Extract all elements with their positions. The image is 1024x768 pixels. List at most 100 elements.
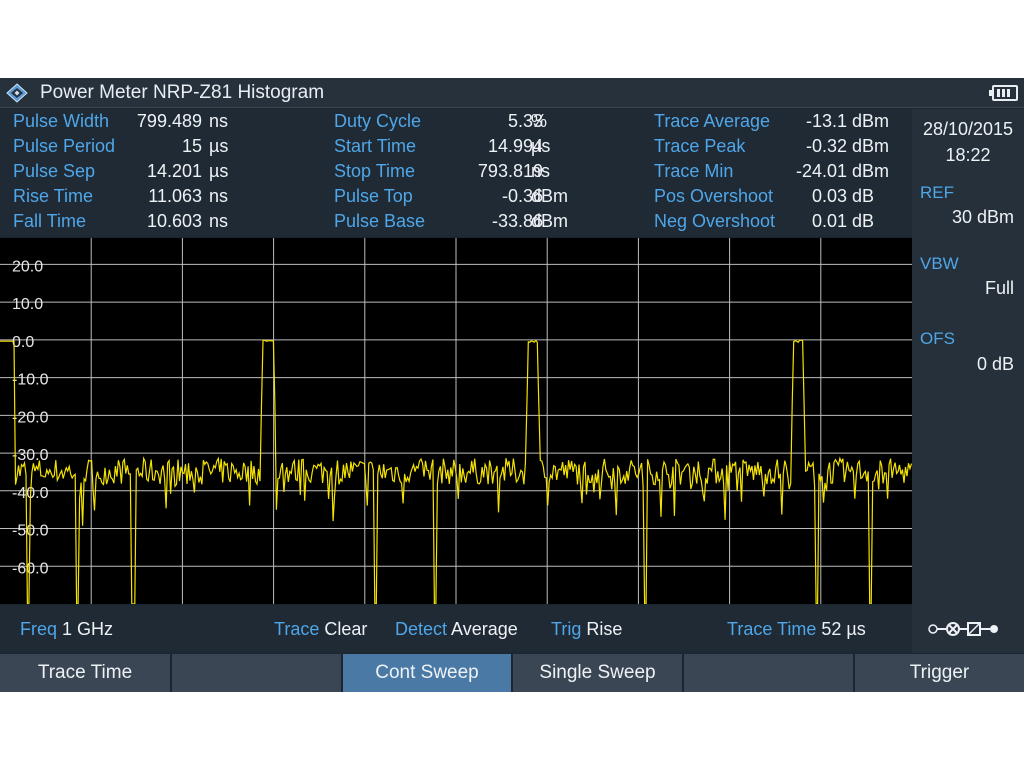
status-detect[interactable]: Detect Average <box>395 619 518 640</box>
status-trig-value: Rise <box>586 619 623 639</box>
status-trace-time[interactable]: Trace Time 52 µs <box>727 619 866 640</box>
ref-value[interactable]: 30 dBm <box>952 207 1014 228</box>
title-bar: Power Meter NRP-Z81 Histogram <box>0 78 1024 108</box>
y-tick-label: 10.0 <box>12 296 43 313</box>
trace-plot-svg: 20.010.00.0-10.0-20.0-30.0-40.0-50.0-60.… <box>0 238 912 604</box>
meas-label: Neg Overshoot <box>654 211 776 231</box>
grid <box>0 238 912 604</box>
meas-unit: ns <box>531 161 551 181</box>
softkey-single-sweep[interactable]: Single Sweep <box>513 654 684 692</box>
meas-label: Pulse Sep <box>13 161 96 181</box>
meas-unit: dBm <box>531 186 569 206</box>
meas-label: Pulse Width <box>13 111 110 131</box>
instrument-screen: Power Meter NRP-Z81 Histogram Pulse Widt… <box>0 78 1024 692</box>
meas-value: 11.063 <box>148 186 202 206</box>
meas-neg-overshoot: Neg Overshoot 0.01 dB <box>640 211 912 236</box>
meas-label: Trace Average <box>654 111 771 131</box>
meas-unit: dBm <box>852 161 890 181</box>
meas-stop-time: Stop Time 793.819 ns <box>320 161 640 186</box>
status-trace[interactable]: Trace Clear <box>274 619 367 640</box>
meas-trace-peak: Trace Peak -0.32 dBm <box>640 136 912 161</box>
status-freq-label: Freq <box>20 619 58 639</box>
meas-pos-overshoot: Pos Overshoot 0.03 dB <box>640 186 912 211</box>
y-tick-label: -30.0 <box>12 447 49 464</box>
meas-unit: dBm <box>531 211 569 231</box>
meas-label: Pos Overshoot <box>654 186 774 206</box>
softkey-trigger[interactable]: Trigger <box>855 654 1024 692</box>
meas-pulse-top: Pulse Top -0.36 dBm <box>320 186 640 211</box>
app-title: Power Meter NRP-Z81 Histogram <box>40 82 325 103</box>
softkey-empty-2[interactable] <box>684 654 855 692</box>
meas-pulse-period: Pulse Period 15 µs <box>0 136 300 161</box>
meas-unit: ns <box>209 211 229 231</box>
meas-duty-cycle: Duty Cycle 5.33 % <box>320 111 640 136</box>
meas-label: Fall Time <box>13 211 87 231</box>
meas-label: Stop Time <box>334 161 416 181</box>
meas-value: -0.32 <box>805 136 847 156</box>
status-detect-value: Average <box>451 619 518 639</box>
meas-label: Pulse Top <box>334 186 413 206</box>
trace-plot[interactable]: 20.0 10.0 0.0 -10.0 -20.0 -30.0 -40.0 -50.0 -60.… <box>0 238 912 604</box>
sensor-connector-icon <box>928 622 998 636</box>
meas-unit: dB <box>852 211 875 231</box>
meas-rise-time: Rise Time 11.063 ns <box>0 186 300 211</box>
meas-unit: % <box>531 111 548 131</box>
y-tick-label: -10.0 <box>12 372 49 389</box>
side-info-panel: 28/10/2015 18:22 REF 30 dBm VBW Full OFS… <box>912 109 1024 652</box>
meas-unit: dB <box>852 186 875 206</box>
time-display: 18:22 <box>945 145 991 165</box>
ofs-value[interactable]: 0 dB <box>977 354 1014 375</box>
status-trace-label: Trace <box>274 619 320 639</box>
meas-label: Pulse Period <box>13 136 116 156</box>
status-trig-label: Trig <box>551 619 582 639</box>
meas-unit: dBm <box>852 111 890 131</box>
meas-value: -13.1 <box>805 111 847 131</box>
meas-value: 14.201 <box>146 161 202 181</box>
date-display: 28/10/2015 <box>922 119 1014 139</box>
meas-value: 0.03 <box>811 186 847 206</box>
softkey-trace-time[interactable]: Trace Time <box>0 654 172 692</box>
meas-unit: µs <box>209 161 229 181</box>
meas-trace-average: Trace Average -13.1 dBm <box>640 111 912 136</box>
meas-unit: dBm <box>852 136 890 156</box>
status-freq[interactable]: Freq 1 GHz <box>20 619 113 640</box>
meas-value: 799.489 <box>136 111 202 131</box>
y-tick-label: -20.0 <box>12 409 49 426</box>
meas-pulse-base: Pulse Base -33.86 dBm <box>320 211 640 236</box>
y-tick-label: -60.0 <box>12 560 49 577</box>
status-trace-time-label: Trace Time <box>727 619 817 639</box>
meas-label: Trace Peak <box>654 136 746 156</box>
softkey-cont-sweep[interactable]: Cont Sweep <box>343 654 513 692</box>
meas-label: Start Time <box>334 136 417 156</box>
meas-label: Rise Time <box>13 186 94 206</box>
status-trace-value: Clear <box>324 619 368 639</box>
vbw-value[interactable]: Full <box>985 278 1014 299</box>
rohde-schwarz-logo-icon <box>6 83 28 103</box>
ref-label: REF <box>920 183 954 202</box>
sensor-connector-area <box>912 605 1024 653</box>
softkey-empty-1[interactable] <box>172 654 343 692</box>
meas-value: -24.01 <box>795 161 847 181</box>
meas-pulse-sep: Pulse Sep 14.201 µs <box>0 161 300 186</box>
status-trace-time-value: 52 µs <box>821 619 866 639</box>
meas-trace-min: Trace Min -24.01 dBm <box>640 161 912 186</box>
meas-label: Pulse Base <box>334 211 426 231</box>
meas-unit: µs <box>209 136 229 156</box>
softkey-bar: Trace Time Cont Sweep Single Sweep Trigg… <box>0 654 1024 692</box>
status-trig[interactable]: Trig Rise <box>551 619 622 640</box>
meas-pulse-width: Pulse Width 799.489 ns <box>0 111 300 136</box>
ofs-label: OFS <box>920 329 955 348</box>
measurement-panel: Pulse Width 799.489 ns Pulse Period 15 µ… <box>0 109 912 237</box>
meas-label: Duty Cycle <box>334 111 422 131</box>
status-detect-label: Detect <box>395 619 448 639</box>
meas-unit: ns <box>209 111 229 131</box>
meas-unit: µs <box>531 136 551 156</box>
meas-value: 15 <box>181 136 202 156</box>
y-tick-label: 20.0 <box>12 258 43 275</box>
meas-label: Trace Min <box>654 161 734 181</box>
status-bar: Freq 1 GHz Trace Clear Detect Average Tr… <box>0 605 912 653</box>
battery-icon <box>989 85 1018 101</box>
status-freq-value: 1 GHz <box>62 619 114 639</box>
vbw-label: VBW <box>920 254 959 273</box>
meas-start-time: Start Time 14.994 µs <box>320 136 640 161</box>
